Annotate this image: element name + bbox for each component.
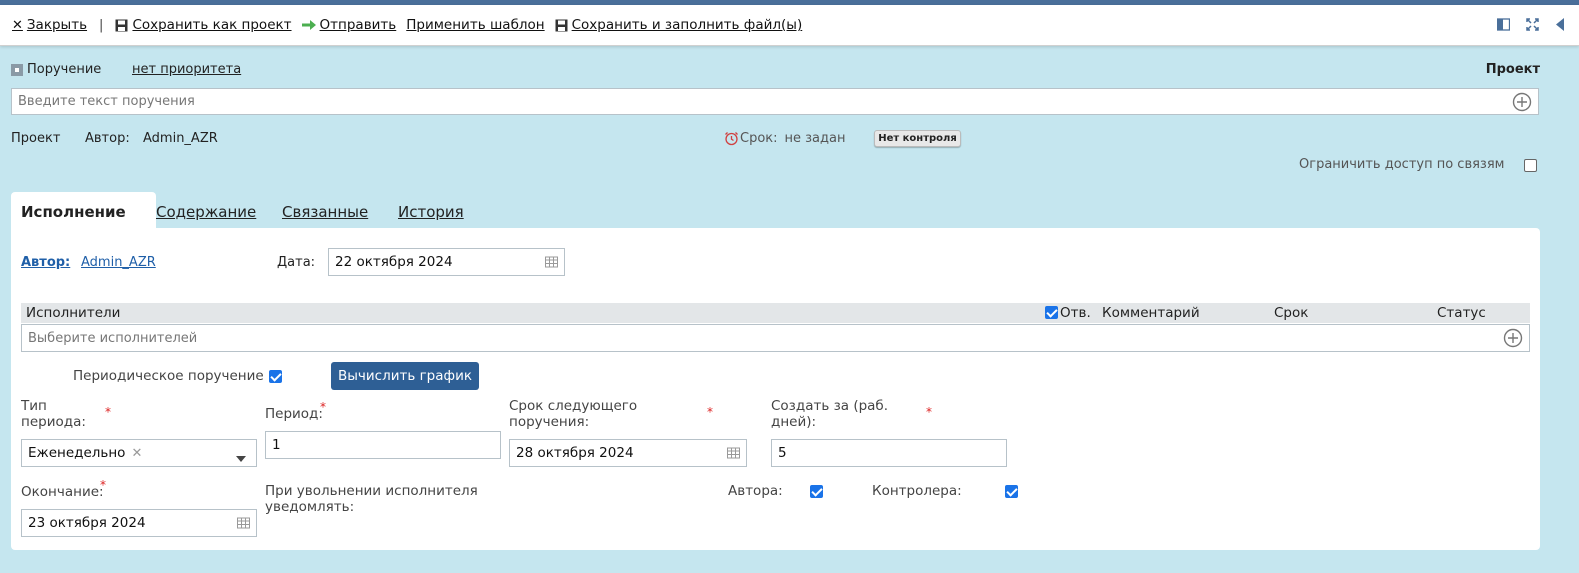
restrict-access-label: Ограничить доступ по связям: [1299, 157, 1505, 172]
clear-icon[interactable]: ✕: [131, 446, 142, 461]
expand-icon[interactable]: [1526, 18, 1539, 31]
toolbar: ✕ Закрыть | Сохранить как проект Отправи…: [0, 5, 1579, 46]
calendar-icon[interactable]: [237, 517, 250, 529]
tab-history[interactable]: История: [398, 203, 464, 221]
apply-template-label: Применить шаблон: [406, 17, 545, 33]
period-type-value: Еженедельно: [28, 445, 126, 461]
exec-author-value[interactable]: Admin_AZR: [81, 255, 156, 270]
required-mark: *: [926, 405, 932, 419]
next-deadline-field[interactable]: 28 октября 2024: [509, 439, 747, 467]
execution-panel: [11, 228, 1540, 550]
apply-template-button[interactable]: Применить шаблон: [406, 17, 544, 33]
end-label: Окончание:: [21, 484, 104, 500]
col-resp-checkbox[interactable]: [1045, 306, 1058, 319]
doc-type: Поручение: [11, 62, 101, 77]
required-mark: *: [105, 405, 111, 419]
period-field[interactable]: 1: [265, 431, 501, 459]
notify-label: При увольнении исполнителя уведомлять:: [265, 483, 478, 515]
create-before-label: Создать за (раб. дней):: [771, 398, 889, 430]
periodic-checkbox[interactable]: [269, 370, 282, 383]
notify-controller-label: Контролера:: [872, 483, 962, 499]
send-button[interactable]: Отправить: [301, 17, 397, 33]
add-circle-icon[interactable]: [1512, 92, 1532, 112]
header-author-label: Автор:: [85, 131, 130, 146]
toolbar-right: [1497, 18, 1565, 31]
col-comment: Комментарий: [1102, 305, 1200, 321]
tab-execution[interactable]: Исполнение: [11, 192, 156, 230]
save-and-fill-button[interactable]: Сохранить и заполнить файл(ы): [555, 17, 803, 33]
chevron-down-icon[interactable]: [236, 451, 246, 466]
toolbar-separator: |: [99, 17, 104, 33]
notify-controller-checkbox[interactable]: [1005, 485, 1019, 498]
task-text-input[interactable]: Введите текст поручения: [11, 88, 1539, 115]
collapse-left-icon[interactable]: [1555, 18, 1565, 31]
required-mark: *: [707, 405, 713, 419]
doc-status: Проект: [1485, 62, 1540, 77]
send-label: Отправить: [319, 17, 397, 33]
priority-link[interactable]: нет приоритета: [132, 62, 241, 77]
period-type-select[interactable]: Еженедельно ✕: [21, 439, 257, 467]
stage-label: Проект: [11, 131, 61, 146]
doc-type-icon: [11, 63, 23, 76]
next-deadline-value: 28 октября 2024: [516, 445, 634, 461]
save-as-project-label: Сохранить как проект: [132, 17, 292, 33]
end-date-value: 23 октября 2024: [28, 515, 146, 531]
period-type-label: Тип периода:: [21, 398, 86, 430]
tab-content[interactable]: Содержание: [156, 203, 256, 221]
period-label: Период:: [265, 406, 323, 422]
header-author-value: Admin_AZR: [143, 131, 218, 146]
required-mark: *: [320, 400, 326, 414]
executors-grid-header: Исполнители Отв. Комментарий Срок Статус: [21, 303, 1530, 323]
col-executors: Исполнители: [26, 305, 121, 321]
close-button[interactable]: ✕ Закрыть: [12, 17, 87, 33]
tab-related[interactable]: Связанные: [282, 203, 368, 221]
calendar-icon[interactable]: [727, 447, 740, 459]
date-value: 22 октября 2024: [335, 254, 453, 270]
close-label: Закрыть: [26, 17, 88, 33]
calendar-icon[interactable]: [545, 256, 558, 268]
period-value: 1: [272, 437, 281, 453]
floppy-icon: [555, 19, 568, 31]
arrow-right-icon: [301, 20, 316, 30]
task-text-placeholder: Введите текст поручения: [18, 94, 195, 109]
save-and-fill-label: Сохранить и заполнить файл(ы): [571, 17, 803, 33]
col-resp: Отв.: [1060, 305, 1091, 321]
deadline-label: Срок:: [740, 131, 778, 146]
deadline-value: не задан: [784, 131, 846, 146]
alarm-clock-icon: [725, 132, 738, 146]
executors-placeholder: Выберите исполнителей: [28, 330, 198, 346]
deadline-info: Срок: не задан: [724, 131, 845, 146]
col-deadline: Срок: [1274, 305, 1309, 321]
end-date-field[interactable]: 23 октября 2024: [21, 509, 257, 537]
required-mark: *: [100, 478, 106, 492]
save-as-project-button[interactable]: Сохранить как проект: [115, 17, 292, 33]
notify-author-label: Автора:: [728, 483, 783, 499]
columns-icon[interactable]: [1497, 18, 1510, 31]
notify-author-checkbox[interactable]: [810, 485, 824, 498]
floppy-icon: [115, 19, 128, 31]
calc-schedule-button[interactable]: Вычислить график: [331, 362, 479, 390]
control-badge[interactable]: Нет контроля: [874, 130, 961, 147]
exec-author-label[interactable]: Автор:: [21, 255, 70, 270]
restrict-access-checkbox[interactable]: [1524, 159, 1537, 172]
close-icon: ✕: [12, 17, 23, 33]
doc-type-label: Поручение: [27, 62, 102, 77]
executors-input[interactable]: Выберите исполнителей: [21, 324, 1530, 352]
date-field[interactable]: 22 октября 2024: [328, 248, 565, 276]
periodic-label: Периодическое поручение: [73, 368, 264, 384]
next-deadline-label: Срок следующего поручения:: [509, 398, 638, 430]
create-before-value: 5: [778, 445, 787, 461]
create-before-field[interactable]: 5: [771, 439, 1007, 467]
date-label: Дата:: [277, 255, 316, 270]
add-executor-icon[interactable]: [1503, 328, 1523, 348]
col-status: Статус: [1437, 305, 1486, 321]
